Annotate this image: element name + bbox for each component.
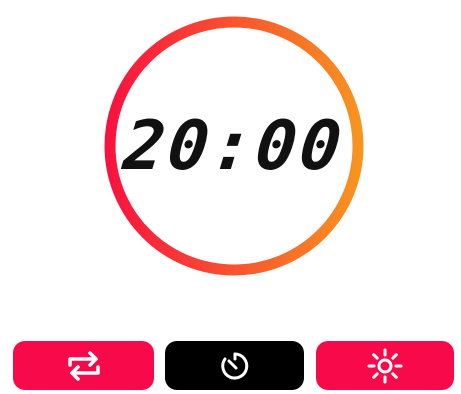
control-bar xyxy=(13,341,454,390)
brightness-icon xyxy=(366,347,404,385)
timer-button[interactable] xyxy=(165,341,304,390)
timer-display: 20:00 xyxy=(119,106,348,186)
repeat-icon xyxy=(64,350,104,382)
timer-icon xyxy=(218,349,252,383)
timer-dial: 20:00 xyxy=(103,15,365,277)
brightness-button[interactable] xyxy=(316,341,454,390)
repeat-button[interactable] xyxy=(13,341,154,390)
